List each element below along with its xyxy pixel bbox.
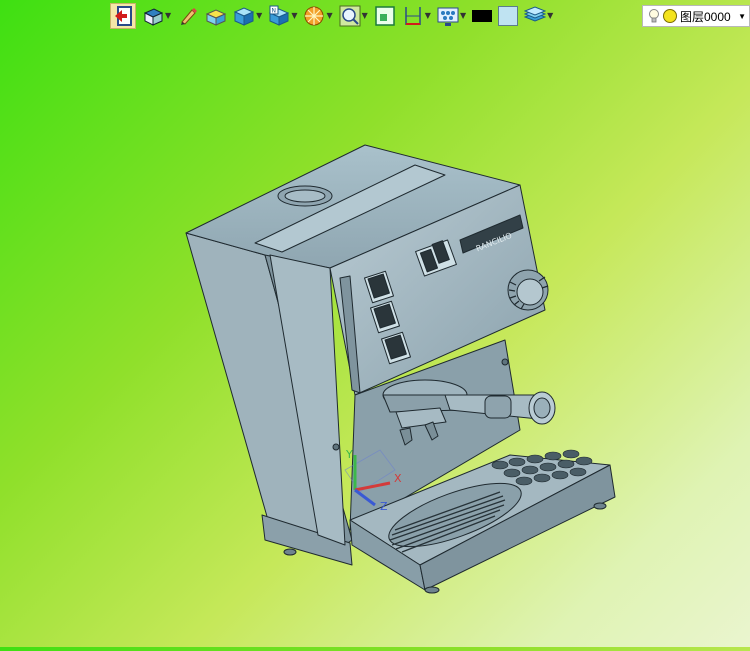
chevron-down-icon[interactable]: ▼: [425, 12, 431, 20]
exit-sketch-button[interactable]: [110, 3, 136, 29]
layer-select[interactable]: 图层0000 ▼: [642, 5, 750, 27]
exit-icon: [115, 6, 132, 26]
pencil-button[interactable]: [177, 3, 199, 29]
layers-button[interactable]: ▼: [524, 3, 553, 29]
sketch-plane-button[interactable]: [374, 3, 396, 29]
zoom-fit-icon: [339, 5, 361, 27]
chevron-down-icon[interactable]: ▼: [738, 12, 746, 21]
pencil-icon: [181, 8, 198, 25]
chevron-down-icon[interactable]: ▼: [165, 12, 171, 20]
dimension-button[interactable]: ▼: [402, 3, 431, 29]
chevron-down-icon[interactable]: ▼: [291, 12, 297, 20]
lightbulb-icon[interactable]: [647, 8, 661, 24]
section-view-icon: [304, 6, 324, 26]
zoom-fit-button[interactable]: ▼: [339, 3, 368, 29]
sketch-plane-icon: [375, 6, 395, 26]
shaded-button[interactable]: [205, 3, 227, 29]
espresso-machine-model: RANCILIO X Y Z: [185, 144, 616, 594]
standard-view-icon: N: [269, 5, 290, 26]
shaded-solid-icon: [205, 9, 227, 26]
display-mode-button[interactable]: ▼: [233, 3, 262, 29]
face-color-button[interactable]: [498, 3, 519, 29]
axis-z-label: Z: [380, 500, 388, 513]
line-color-swatch: [472, 10, 493, 22]
layers-icon: [524, 6, 547, 22]
render-settings-icon: [437, 7, 459, 26]
chevron-down-icon[interactable]: ▼: [362, 12, 368, 20]
section-view-button[interactable]: ▼: [303, 3, 333, 29]
dimension-icon: [405, 7, 421, 25]
render-settings-button[interactable]: ▼: [437, 3, 466, 29]
chevron-down-icon[interactable]: ▼: [256, 12, 262, 20]
standard-views-button[interactable]: N ▼: [268, 3, 297, 29]
layer-name: 图层0000: [680, 9, 731, 24]
3d-viewport[interactable]: RANCILIO X Y Z: [0, 30, 750, 647]
svg-text:N: N: [272, 8, 277, 15]
view-orientation-icon: [143, 8, 164, 26]
axis-x-label: X: [394, 472, 402, 485]
cube-icon: [233, 7, 255, 26]
axis-y-label: Y: [345, 448, 353, 461]
view-orientation-button[interactable]: ▼: [142, 3, 171, 29]
line-color-button[interactable]: [472, 3, 493, 29]
chevron-down-icon[interactable]: ▼: [326, 12, 332, 20]
sun-icon[interactable]: [663, 9, 677, 23]
chevron-down-icon[interactable]: ▼: [460, 12, 466, 20]
chevron-down-icon[interactable]: ▼: [547, 12, 553, 20]
face-color-swatch: [498, 6, 519, 26]
